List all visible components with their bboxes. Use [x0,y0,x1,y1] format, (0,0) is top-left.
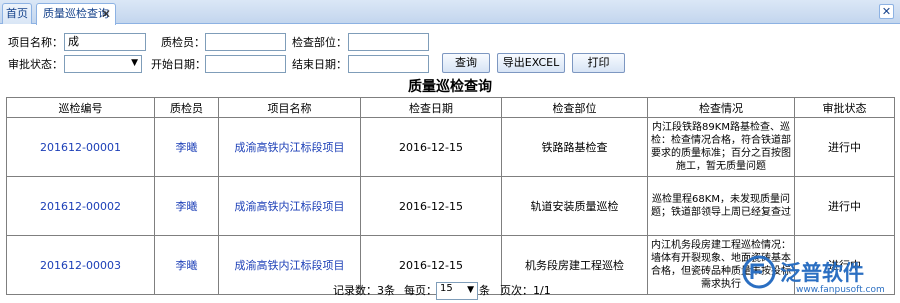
col-inspector-header: 质检员 [154,97,219,118]
chevron-down-icon: ▼ [467,285,474,295]
project-link[interactable]: 成渝高铁内江标段项目 [218,176,361,236]
print-button[interactable]: 打印 [572,53,625,73]
end-date-input[interactable] [348,55,429,73]
detail-cell: 巡检里程68KM，未发现质量问题；铁道部领导上周已经复查过 [647,176,795,236]
fanpu-logo-icon [742,255,776,289]
tab-label: 质量巡检查询 [43,7,109,20]
inspector-link[interactable]: 李曦 [154,117,219,177]
export-excel-button[interactable]: 导出EXCEL [497,53,565,73]
inspection-code-link[interactable]: 201612-00002 [6,176,155,236]
dept-input[interactable] [348,33,429,51]
chevron-down-icon: ▼ [131,58,138,68]
tab-quality-inspection[interactable]: 质量巡检查询 ✕ [36,3,116,25]
table-row: 201612-00001 李曦 成渝高铁内江标段项目 2016-12-15 铁路… [6,117,895,177]
per-page-unit: 条 [479,284,490,297]
per-page-label: 每页： [404,284,437,297]
fanpu-watermark: 泛普软件 www.fanpusoft.com [742,255,892,301]
col-date-header: 检查日期 [360,97,502,118]
inspector-link[interactable]: 李曦 [154,176,219,236]
page-indicator: 页次：1/1 [500,284,551,297]
record-count: 记录数：3条 [333,284,395,297]
table-header-row: 巡检编号 质检员 项目名称 检查日期 检查部位 检查情况 审批状态 [6,97,895,118]
tab-close-icon[interactable]: ✕ [101,4,111,24]
per-page-select[interactable]: 15 ▼ [436,282,478,300]
date-cell: 2016-12-15 [360,117,502,177]
query-button[interactable]: 查询 [442,53,490,73]
project-name-input[interactable]: 成 [64,33,146,51]
status-cell: 进行中 [794,176,895,236]
table-row: 201612-00002 李曦 成渝高铁内江标段项目 2016-12-15 轨道… [6,176,895,236]
tab-home[interactable]: 首页 [2,3,32,24]
watermark-brand: 泛普软件 [780,261,864,285]
part-cell: 铁路路基检查 [501,117,648,177]
inspector-input[interactable] [205,33,286,51]
detail-cell: 内江段铁路89KM路基检查、巡检：检查情况合格，符合铁道部要求的质量标准；百分之… [647,117,795,177]
watermark-url: www.fanpusoft.com [796,285,885,295]
start-date-input[interactable] [205,55,286,73]
inspection-code-link[interactable]: 201612-00001 [6,117,155,177]
report-title: 质量巡检查询 [408,79,492,95]
part-cell: 轨道安装质量巡检 [501,176,648,236]
search-form: 项目名称： 成 质检员： 检查部位： 审批状态： ▼ 开始日期： 结束日期： 查… [0,24,900,76]
col-status-header: 审批状态 [794,97,895,118]
dept-label: 检查部位： [292,36,347,49]
window-close-icon[interactable]: ✕ [879,4,894,19]
start-date-label: 开始日期： [151,58,206,71]
col-code-header: 巡检编号 [6,97,155,118]
col-detail-header: 检查情况 [647,97,795,118]
date-cell: 2016-12-15 [360,176,502,236]
project-name-label: 项目名称： [8,36,63,49]
col-part-header: 检查部位 [501,97,648,118]
project-link[interactable]: 成渝高铁内江标段项目 [218,117,361,177]
col-project-header: 项目名称 [218,97,361,118]
tab-bar: 首页 质量巡检查询 ✕ ✕ [0,0,900,25]
approval-status-select[interactable]: ▼ [64,55,142,73]
per-page-value: 15 [440,283,453,294]
inspector-label: 质检员： [161,36,205,49]
status-cell: 进行中 [794,117,895,177]
approval-status-label: 审批状态： [8,58,63,71]
end-date-label: 结束日期： [292,58,347,71]
